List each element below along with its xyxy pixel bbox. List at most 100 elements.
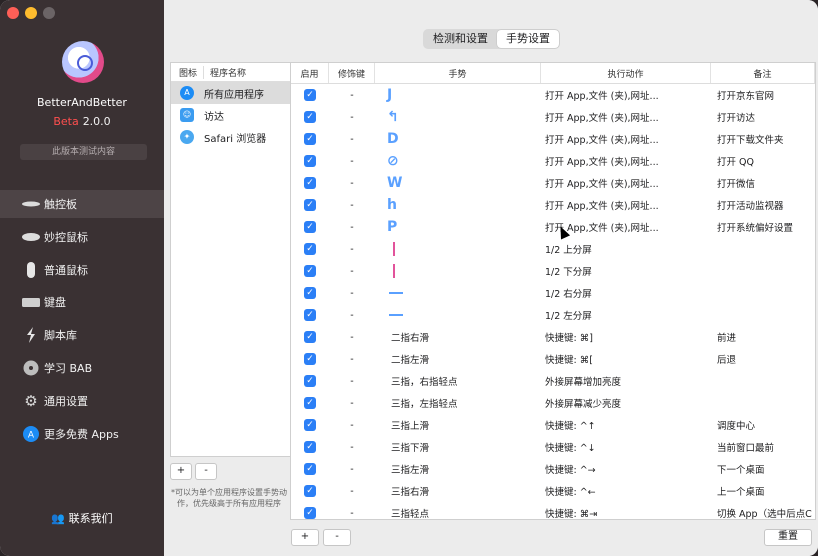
nav-item-script-library[interactable]: 脚本库 [0,321,164,349]
action-cell[interactable]: 1/2 左分屏 [541,308,711,322]
action-cell[interactable]: 打开 App,文件 (夹),网址... [541,132,711,146]
nav-item-mouse[interactable]: 普通鼠标 [0,256,164,284]
enabled-checkbox[interactable]: ✓ [304,221,316,233]
note-cell[interactable]: 打开活动监视器 [711,198,815,212]
enabled-checkbox[interactable]: ✓ [304,265,316,277]
table-row[interactable]: ✓ - W 打开 App,文件 (夹),网址... 打开微信 [291,172,815,194]
note-cell[interactable]: 打开系统偏好设置 [711,220,815,234]
app-row-safari[interactable]: ✦ Safari 浏览器 [171,126,291,148]
app-row-finder[interactable]: ☺ 访达 [171,104,291,126]
enabled-checkbox[interactable]: ✓ [304,111,316,123]
table-row[interactable]: ✓ - J 打开 App,文件 (夹),网址... 打开京东官网 [291,84,815,106]
minimize-window-button[interactable] [25,7,37,19]
action-cell[interactable]: 快捷键: ⌘[ [541,352,711,366]
zoom-window-button[interactable] [43,7,55,19]
table-row[interactable]: ✓ - 三指下滑 快捷键: ^↓ 当前窗口最前 [291,436,815,458]
action-cell[interactable]: 打开 App,文件 (夹),网址... [541,176,711,190]
enabled-checkbox[interactable]: ✓ [304,243,316,255]
action-cell[interactable]: 打开 App,文件 (夹),网址... [541,198,711,212]
table-row[interactable]: ✓ - 三指轻点 快捷键: ⌘⇥ 切换 App（选中后点C [291,502,815,519]
test-content-button[interactable]: 此版本测试内容 [20,144,147,160]
table-row[interactable]: ✓ - 1/2 左分屏 [291,304,815,326]
add-app-button[interactable]: + [170,463,192,480]
app-row-all[interactable]: A 所有应用程序 [171,82,291,104]
remove-gesture-button[interactable]: - [323,529,351,546]
app-window: BetterAndBetter Beta 2.0.0 此版本测试内容 触控板 妙控… [0,0,818,556]
enabled-cell: ✓ [291,463,329,475]
enabled-checkbox[interactable]: ✓ [304,397,316,409]
note-cell[interactable]: 下一个桌面 [711,462,815,476]
table-row[interactable]: ✓ - 三指右滑 快捷键: ^← 上一个桌面 [291,480,815,502]
action-cell[interactable]: 快捷键: ^← [541,484,711,498]
action-cell[interactable]: 快捷键: ^→ [541,462,711,476]
note-cell[interactable]: 上一个桌面 [711,484,815,498]
tab-detect-settings[interactable]: 检测和设置 [424,30,497,48]
reset-button[interactable]: 重置 [764,529,812,546]
table-row[interactable]: ✓ - 1/2 上分屏 [291,238,815,260]
action-cell[interactable]: 打开 App,文件 (夹),网址... [541,154,711,168]
action-cell[interactable]: 打开 App,文件 (夹),网址... [541,110,711,124]
enabled-checkbox[interactable]: ✓ [304,89,316,101]
enabled-checkbox[interactable]: ✓ [304,485,316,497]
enabled-checkbox[interactable]: ✓ [304,441,316,453]
add-gesture-button[interactable]: + [291,529,319,546]
note-cell[interactable]: 切换 App（选中后点C [711,506,815,519]
nav-item-trackpad[interactable]: 触控板 [0,190,164,218]
enabled-checkbox[interactable]: ✓ [304,375,316,387]
table-row[interactable]: ✓ - 二指左滑 快捷键: ⌘[后退 [291,348,815,370]
table-row[interactable]: ✓ - P 打开 App,文件 (夹),网址... 打开系统偏好设置 [291,216,815,238]
enabled-checkbox[interactable]: ✓ [304,177,316,189]
enabled-checkbox[interactable]: ✓ [304,133,316,145]
enabled-checkbox[interactable]: ✓ [304,507,316,519]
note-cell[interactable]: 打开 QQ [711,154,815,168]
enabled-checkbox[interactable]: ✓ [304,199,316,211]
note-cell[interactable]: 打开京东官网 [711,88,815,102]
note-cell[interactable]: 调度中心 [711,418,815,432]
remove-app-button[interactable]: - [195,463,217,480]
note-cell[interactable]: 打开下载文件夹 [711,132,815,146]
contact-us-button[interactable]: 👥 联系我们 [0,510,164,526]
enabled-checkbox[interactable]: ✓ [304,155,316,167]
note-cell[interactable]: 后退 [711,352,815,366]
note-cell[interactable]: 前进 [711,330,815,344]
enabled-checkbox[interactable]: ✓ [304,331,316,343]
action-cell[interactable]: 快捷键: ⌘⇥ [541,506,711,519]
action-cell[interactable]: 1/2 上分屏 [541,242,711,256]
table-row[interactable]: ✓ - 1/2 右分屏 [291,282,815,304]
enabled-checkbox[interactable]: ✓ [304,419,316,431]
table-row[interactable]: ✓ - ↰ 打开 App,文件 (夹),网址... 打开访达 [291,106,815,128]
table-row[interactable]: ✓ - 三指，右指轻点 外接屏幕增加亮度 [291,370,815,392]
table-row[interactable]: ✓ - 1/2 下分屏 [291,260,815,282]
main-panel: 检测和设置 手势设置 图标 程序名称 A 所有应用程序 ☺ 访达 ✦ Safar… [164,0,818,556]
enabled-checkbox[interactable]: ✓ [304,309,316,321]
nav-label: 键盘 [44,296,66,309]
note-cell[interactable]: 打开微信 [711,176,815,190]
action-cell[interactable]: 1/2 右分屏 [541,286,711,300]
nav-item-magic-mouse[interactable]: 妙控鼠标 [0,223,164,251]
enabled-checkbox[interactable]: ✓ [304,353,316,365]
action-cell[interactable]: 快捷键: ^↓ [541,440,711,454]
action-cell[interactable]: 打开 App,文件 (夹),网址... [541,88,711,102]
nav-item-keyboard[interactable]: 键盘 [0,288,164,316]
table-row[interactable]: ✓ - 三指，左指轻点 外接屏幕减少亮度 [291,392,815,414]
action-cell[interactable]: 外接屏幕减少亮度 [541,396,711,410]
note-cell[interactable]: 打开访达 [711,110,815,124]
nav-item-general-settings[interactable]: ⚙ 通用设置 [0,387,164,415]
enabled-checkbox[interactable]: ✓ [304,463,316,475]
table-row[interactable]: ✓ - 三指上滑 快捷键: ^↑ 调度中心 [291,414,815,436]
note-cell[interactable]: 当前窗口最前 [711,440,815,454]
enabled-checkbox[interactable]: ✓ [304,287,316,299]
table-row[interactable]: ✓ - ⊘ 打开 App,文件 (夹),网址... 打开 QQ [291,150,815,172]
action-cell[interactable]: 快捷键: ⌘] [541,330,711,344]
table-row[interactable]: ✓ - 三指左滑 快捷键: ^→ 下一个桌面 [291,458,815,480]
tab-gesture-settings[interactable]: 手势设置 [497,30,559,48]
table-row[interactable]: ✓ - D 打开 App,文件 (夹),网址... 打开下载文件夹 [291,128,815,150]
table-row[interactable]: ✓ - h 打开 App,文件 (夹),网址... 打开活动监视器 [291,194,815,216]
action-cell[interactable]: 外接屏幕增加亮度 [541,374,711,388]
action-cell[interactable]: 1/2 下分屏 [541,264,711,278]
action-cell[interactable]: 快捷键: ^↑ [541,418,711,432]
nav-item-learn[interactable]: 学习 BAB [0,354,164,382]
nav-item-more-apps[interactable]: A 更多免费 Apps [0,420,164,448]
close-window-button[interactable] [7,7,19,19]
table-row[interactable]: ✓ - 二指右滑 快捷键: ⌘] 前进 [291,326,815,348]
